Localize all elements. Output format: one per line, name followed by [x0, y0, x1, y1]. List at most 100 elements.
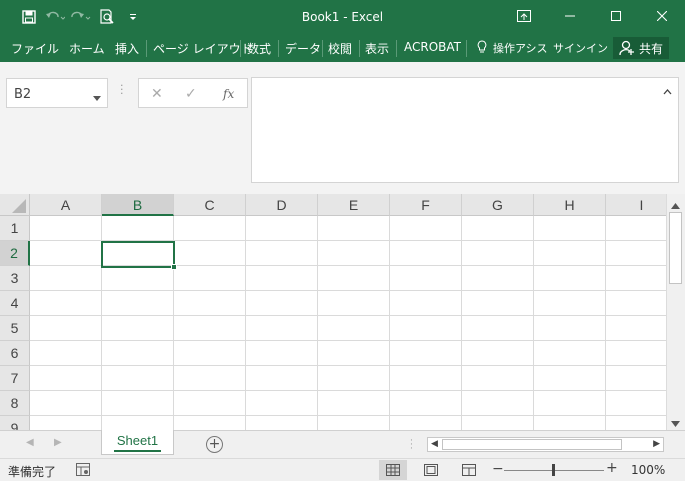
scroll-up-icon[interactable] — [671, 198, 680, 212]
splitter-dots-icon[interactable]: · · · — [120, 80, 124, 99]
gridline — [389, 216, 390, 430]
minimize-icon[interactable] — [547, 0, 593, 32]
tab-data[interactable]: データ — [285, 40, 321, 57]
column-header[interactable]: A — [30, 194, 102, 216]
macro-record-icon[interactable] — [76, 463, 90, 479]
row-header[interactable]: 8 — [0, 391, 30, 416]
row-header[interactable]: 4 — [0, 291, 30, 316]
select-all-corner[interactable] — [0, 194, 30, 216]
zoom-out-button[interactable]: − — [492, 461, 504, 477]
share-person-icon — [619, 40, 634, 56]
sheet-tab-label: Sheet1 — [116, 433, 159, 448]
sheet-tab-bar: ◀ ▶ Sheet1 + · · · ◀ ▶ — [0, 430, 685, 458]
zoom-slider-thumb[interactable] — [552, 464, 555, 476]
sheet-tab-active[interactable]: Sheet1 — [101, 430, 174, 455]
gridline — [605, 216, 606, 430]
tab-separator — [359, 40, 360, 57]
normal-view-icon[interactable] — [379, 460, 407, 480]
gridline — [30, 340, 666, 341]
tab-page-layout[interactable]: ページ レイアウト — [153, 40, 253, 57]
column-header[interactable]: E — [318, 194, 390, 216]
sheet-tab-underline — [114, 450, 161, 452]
page-break-preview-icon[interactable] — [455, 460, 483, 480]
vertical-scrollbar[interactable] — [666, 194, 685, 430]
formula-area: B2 · · · ✕ ✓ fx — [0, 62, 685, 194]
column-header[interactable]: F — [390, 194, 462, 216]
formula-buttons: ✕ ✓ fx — [138, 78, 248, 108]
scroll-down-icon[interactable] — [671, 416, 680, 430]
tab-separator — [240, 40, 241, 57]
window-controls — [501, 0, 685, 32]
scroll-left-icon[interactable]: ◀ — [431, 439, 438, 449]
tab-view[interactable]: 表示 — [365, 40, 389, 57]
column-header[interactable]: I — [606, 194, 666, 216]
collapse-formula-bar-icon[interactable] — [663, 84, 672, 98]
close-icon[interactable] — [639, 0, 685, 32]
tell-me-icon[interactable] — [477, 40, 487, 57]
column-header[interactable]: G — [462, 194, 534, 216]
horizontal-scroll-thumb[interactable] — [442, 439, 622, 450]
next-sheet-icon[interactable]: ▶ — [54, 437, 62, 448]
gridline — [317, 216, 318, 430]
row-header-selected[interactable]: 2 — [0, 241, 30, 266]
sign-in-link[interactable]: サインイン — [553, 40, 608, 56]
tab-review[interactable]: 校閲 — [328, 40, 352, 57]
column-header[interactable]: D — [246, 194, 318, 216]
chevron-down-icon[interactable] — [93, 90, 101, 104]
gridline — [461, 216, 462, 430]
gridline — [30, 365, 666, 366]
cancel-entry-icon[interactable]: ✕ — [151, 86, 163, 102]
worksheet-grid[interactable]: A B C D E F G H I 1 2 3 4 5 6 7 8 9 — [0, 194, 666, 430]
gridline — [245, 216, 246, 430]
insert-function-button[interactable]: fx — [223, 87, 234, 101]
title-bar: Book1 - Excel — [0, 0, 685, 34]
tab-separator — [322, 40, 323, 57]
page-layout-view-icon[interactable] — [417, 460, 445, 480]
previous-sheet-icon[interactable]: ◀ — [26, 437, 34, 448]
tab-file[interactable]: ファイル — [11, 40, 59, 57]
status-bar: 準備完了 − + 100% — [0, 458, 685, 481]
share-label: 共有 — [638, 41, 663, 56]
zoom-level[interactable]: 100% — [631, 463, 665, 477]
tell-me-search[interactable]: 操作アシス — [493, 40, 548, 56]
row-header[interactable]: 5 — [0, 316, 30, 341]
scroll-right-icon[interactable]: ▶ — [653, 439, 660, 449]
name-box[interactable]: B2 — [6, 78, 108, 108]
row-header[interactable]: 9 — [0, 416, 30, 430]
gridline — [30, 315, 666, 316]
column-header[interactable]: H — [534, 194, 606, 216]
column-header[interactable]: C — [174, 194, 246, 216]
vertical-scroll-thumb[interactable] — [669, 212, 682, 284]
row-header[interactable]: 3 — [0, 266, 30, 291]
column-header-selected[interactable]: B — [102, 194, 174, 216]
horizontal-scrollbar[interactable]: ◀ ▶ — [427, 437, 664, 452]
zoom-in-button[interactable]: + — [606, 460, 618, 476]
row-header[interactable]: 1 — [0, 216, 30, 241]
name-box-value: B2 — [14, 87, 32, 102]
tab-separator — [146, 40, 147, 57]
row-header[interactable]: 7 — [0, 366, 30, 391]
ribbon-tabs: ファイル ホーム 挿入 ページ レイアウト 数式 データ 校閲 表示 ACROB… — [0, 34, 685, 62]
gridline — [30, 390, 666, 391]
gridline — [30, 415, 666, 416]
fill-handle[interactable] — [171, 264, 177, 270]
tab-formulas[interactable]: 数式 — [247, 40, 271, 57]
share-button[interactable]: 共有 — [612, 37, 669, 59]
tab-home[interactable]: ホーム — [69, 40, 105, 57]
confirm-entry-icon[interactable]: ✓ — [185, 86, 197, 102]
ribbon-display-options-icon[interactable] — [501, 0, 547, 32]
tab-insert[interactable]: 挿入 — [115, 40, 139, 57]
gridline — [30, 290, 666, 291]
formula-bar-input[interactable] — [251, 77, 679, 183]
gridline — [533, 216, 534, 430]
new-sheet-button[interactable]: + — [206, 436, 223, 453]
status-ready-text: 準備完了 — [8, 465, 57, 479]
row-header[interactable]: 6 — [0, 341, 30, 366]
tab-separator — [278, 40, 279, 57]
tab-splitter-icon[interactable]: · · · — [410, 437, 413, 454]
tab-separator — [466, 40, 467, 57]
tab-separator — [396, 40, 397, 57]
tab-acrobat[interactable]: ACROBAT — [404, 40, 461, 54]
active-cell[interactable] — [101, 241, 175, 268]
maximize-icon[interactable] — [593, 0, 639, 32]
